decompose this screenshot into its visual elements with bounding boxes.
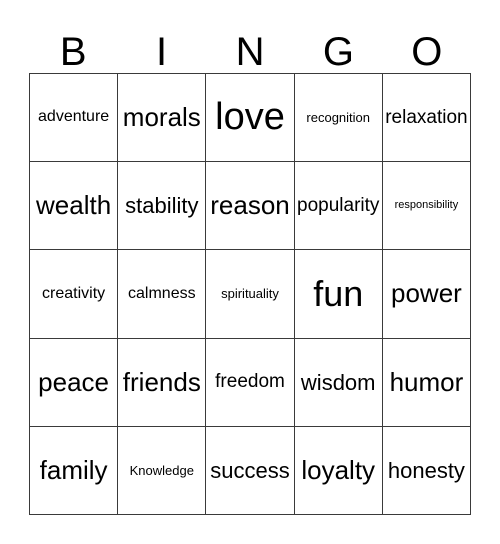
header-letter-g: G [322, 30, 354, 74]
bingo-cell-b2[interactable]: wealth [30, 162, 119, 251]
bingo-card: B I N G O adventure morals love recognit… [29, 14, 472, 516]
bingo-cell-n2[interactable]: reason [206, 162, 295, 251]
bingo-row: adventure morals love recognition relaxa… [30, 74, 472, 163]
bingo-cell-n5[interactable]: success [206, 426, 295, 516]
bingo-row: wealth stability reason popularity respo… [30, 162, 472, 251]
bingo-cell-label: humor [389, 366, 464, 397]
bingo-cell-label: wealth [36, 190, 112, 221]
bingo-cell-b3[interactable]: creativity [30, 250, 119, 339]
bingo-cell-label: calmness [128, 284, 196, 302]
bingo-cell-o2[interactable]: responsibility [382, 162, 472, 251]
bingo-cell-label: peace [38, 366, 110, 397]
bingo-cell-label: responsibility [394, 199, 459, 212]
bingo-cell-i2[interactable]: stability [118, 162, 207, 251]
bingo-cell-g5[interactable]: loyalty [294, 426, 383, 516]
bingo-cell-label: morals [122, 101, 201, 132]
bingo-cell-label: adventure [38, 108, 110, 126]
bingo-cell-label: relaxation [385, 106, 468, 128]
header-letter-n: N [235, 30, 265, 74]
bingo-cell-label: honesty [387, 457, 465, 483]
bingo-row: peace friends freedom wisdom humor [30, 338, 472, 427]
bingo-cell-label: family [39, 454, 108, 485]
bingo-cell-g4[interactable]: wisdom [294, 338, 383, 427]
bingo-cell-label: wisdom [300, 369, 376, 395]
header-letter-o: O [411, 30, 443, 74]
bingo-cell-label: stability [125, 193, 199, 219]
bingo-cell-label: loyalty [301, 454, 376, 485]
bingo-cell-b5[interactable]: family [30, 426, 119, 516]
bingo-cell-label: success [210, 457, 290, 483]
bingo-cell-b1[interactable]: adventure [30, 74, 119, 163]
bingo-cell-label: freedom [215, 371, 285, 393]
bingo-grid: adventure morals love recognition relaxa… [29, 73, 472, 516]
bingo-cell-g2[interactable]: popularity [294, 162, 383, 251]
bingo-cell-i4[interactable]: friends [118, 338, 207, 427]
bingo-cell-label: Knowledge [129, 462, 194, 478]
bingo-cell-label: spirituality [221, 286, 279, 302]
bingo-header: B I N G O [29, 14, 471, 73]
bingo-cell-label: reason [210, 190, 290, 221]
bingo-cell-o1[interactable]: relaxation [382, 74, 472, 163]
header-letter-b: B [59, 30, 87, 74]
bingo-cell-i5[interactable]: Knowledge [118, 426, 207, 516]
header-letter-i: I [156, 30, 168, 74]
bingo-cell-g1[interactable]: recognition [294, 74, 383, 163]
bingo-cell-o3[interactable]: power [382, 250, 472, 339]
bingo-cell-n3[interactable]: spirituality [206, 250, 295, 339]
bingo-cell-i1[interactable]: morals [118, 74, 207, 163]
bingo-cell-label: fun [313, 273, 364, 315]
bingo-row: family Knowledge success loyalty honesty [30, 426, 472, 516]
bingo-cell-n1[interactable]: love [206, 74, 295, 163]
bingo-cell-o4[interactable]: humor [382, 338, 472, 427]
bingo-cell-label: creativity [42, 284, 106, 302]
bingo-cell-label: popularity [297, 194, 380, 216]
bingo-cell-b4[interactable]: peace [30, 338, 119, 427]
bingo-row: creativity calmness spirituality fun pow… [30, 250, 472, 339]
bingo-cell-n4[interactable]: freedom [206, 338, 295, 427]
bingo-cell-o5[interactable]: honesty [382, 426, 472, 516]
bingo-cell-label: recognition [306, 109, 371, 125]
bingo-cell-g3[interactable]: fun [294, 250, 383, 339]
bingo-cell-label: love [215, 95, 285, 138]
bingo-cell-i3[interactable]: calmness [118, 250, 207, 339]
bingo-cell-label: power [391, 278, 462, 309]
bingo-cell-label: friends [122, 366, 201, 397]
